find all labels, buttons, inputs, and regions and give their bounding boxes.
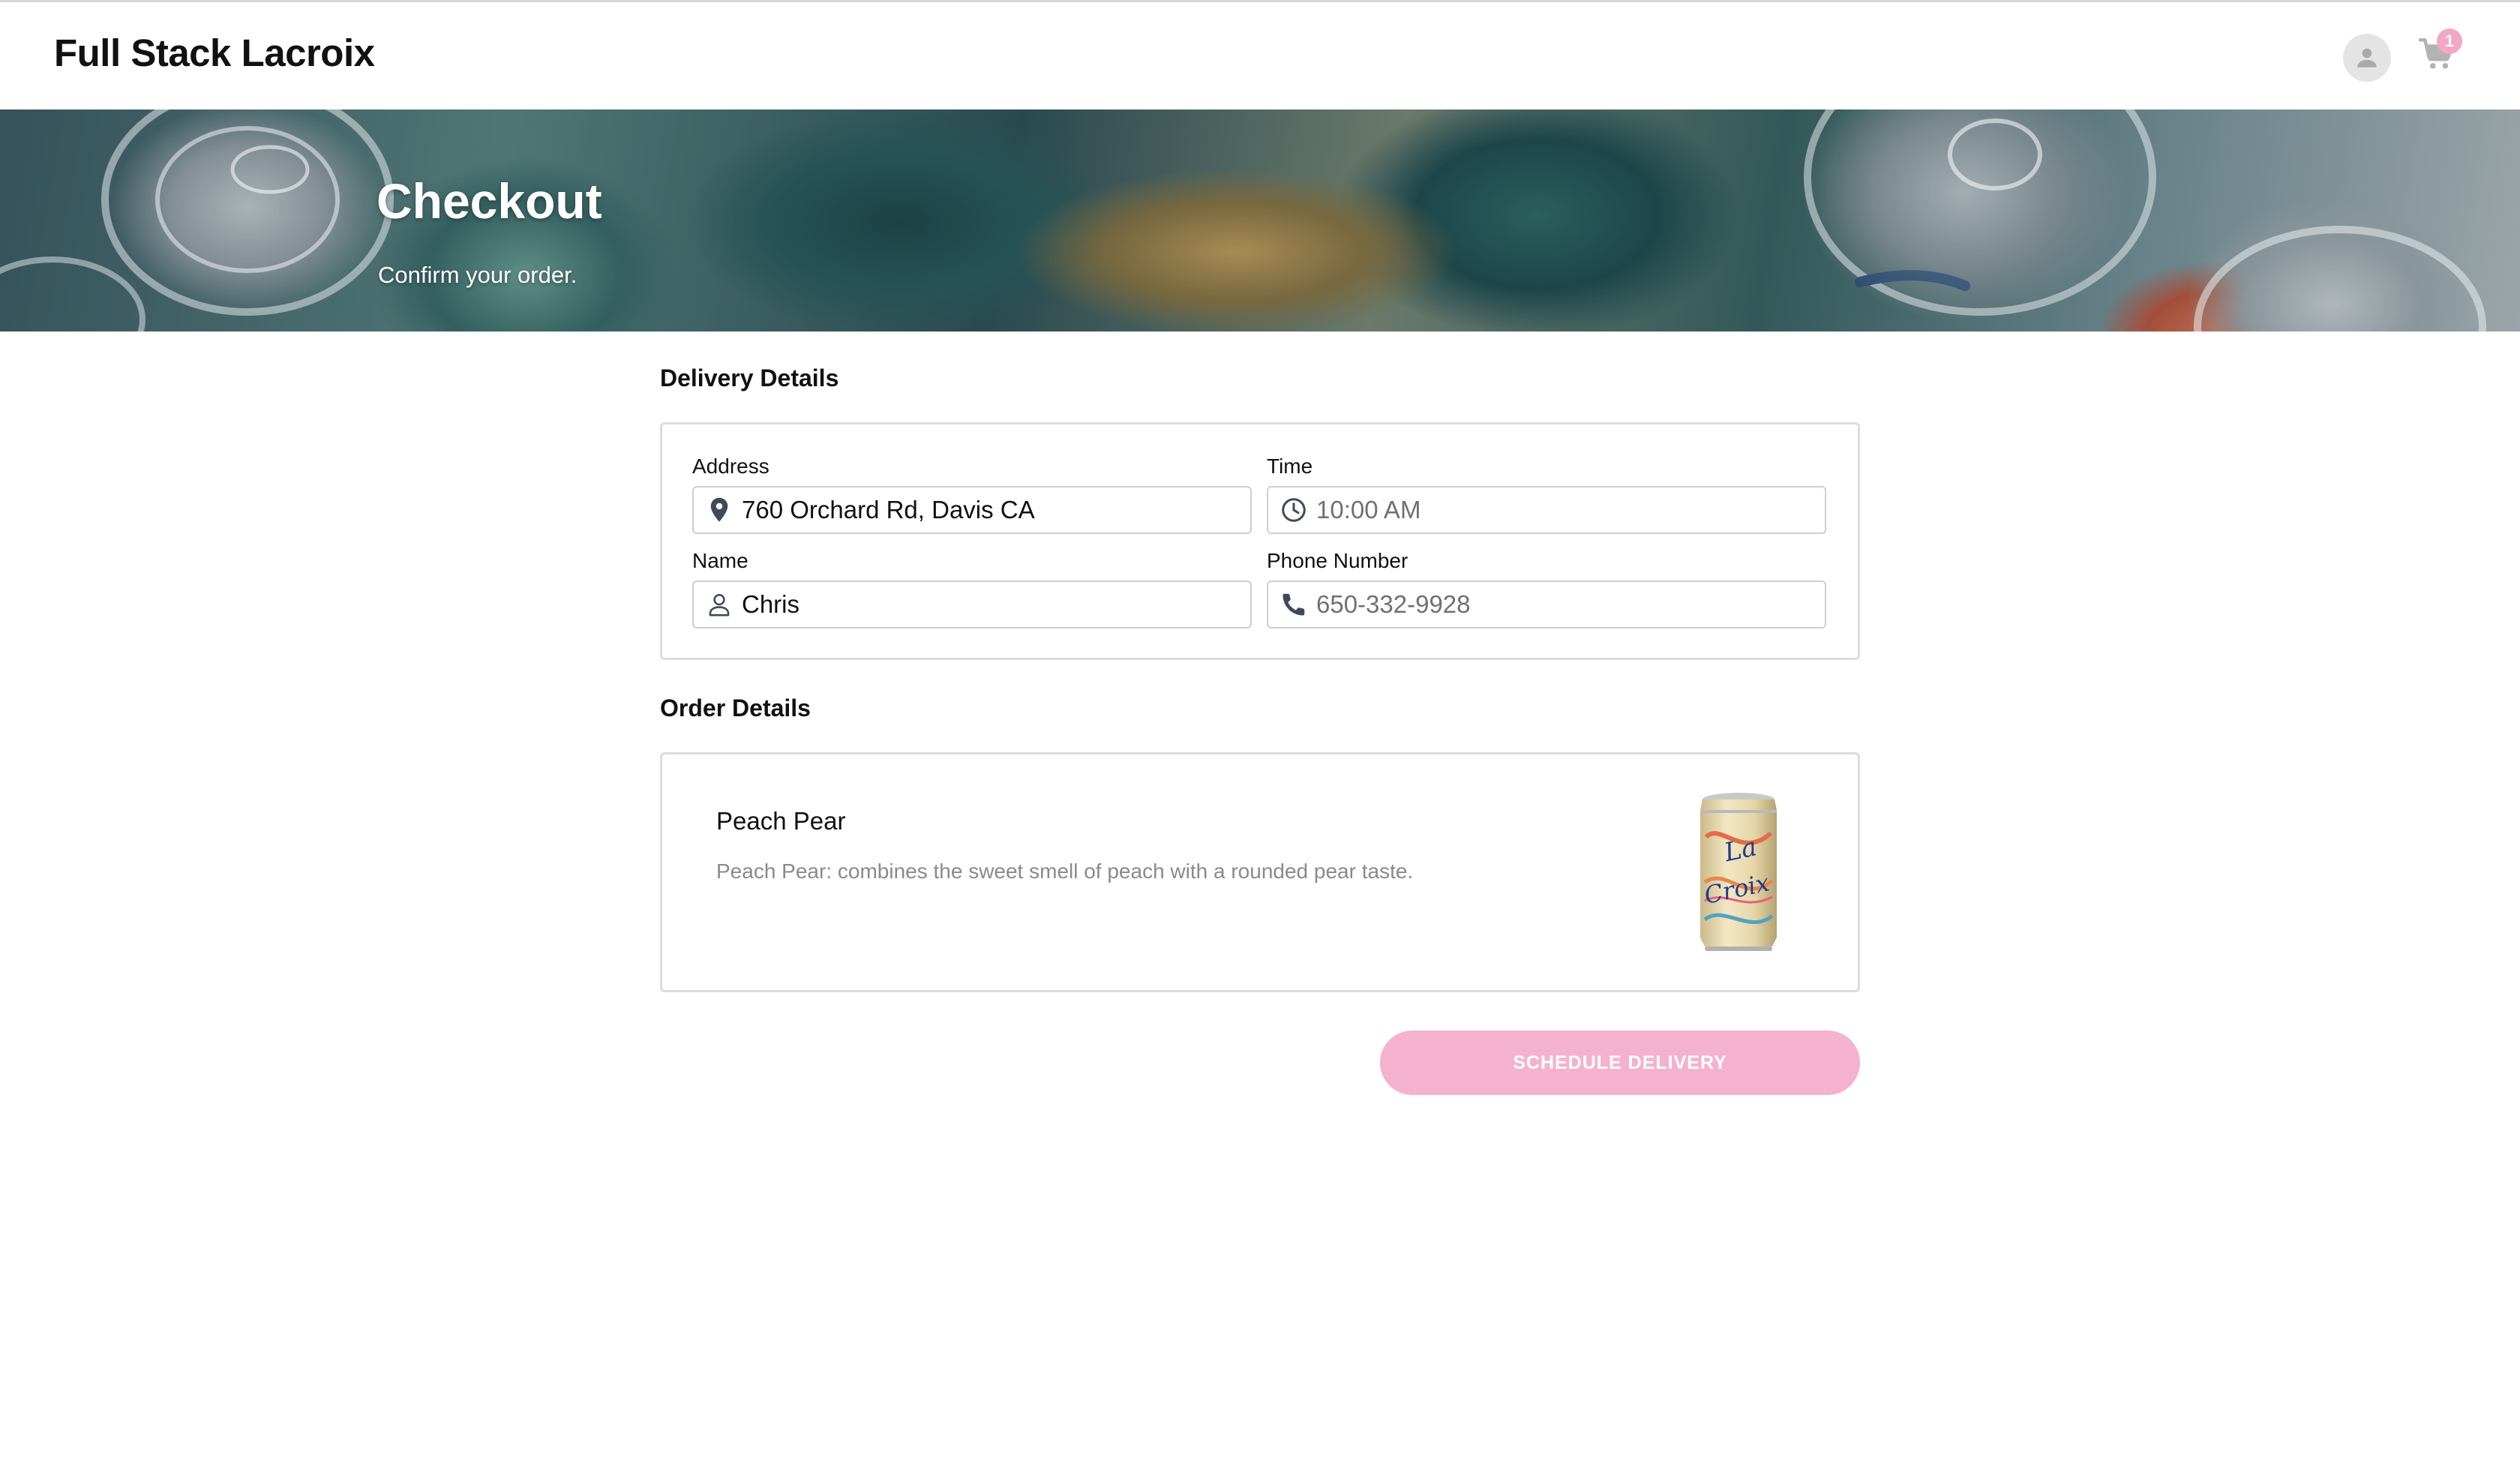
order-details-heading: Order Details [660,694,811,722]
time-placeholder: 10:00 AM [1316,496,1421,524]
order-details-card: Peach Pear Peach Pear: combines the swee… [660,752,1860,992]
user-avatar-icon[interactable] [2343,34,2391,82]
phone-icon [1279,590,1309,620]
top-navbar: Full Stack Lacroix 1 [0,0,2520,110]
name-value: Chris [742,590,800,618]
hero-banner: Checkout Confirm your order. [0,110,2520,332]
clock-icon [1279,495,1309,525]
cart-count-badge: 1 [2437,28,2462,54]
product-name: Peach Pear [716,807,846,835]
phone-field[interactable]: 650-332-9928 [1267,580,1826,628]
schedule-delivery-button[interactable]: SCHEDULE DELIVERY [1380,1030,1860,1095]
brand-title[interactable]: Full Stack Lacroix [54,31,375,75]
phone-placeholder: 650-332-9928 [1316,590,1471,618]
address-label: Address [692,454,770,478]
phone-label: Phone Number [1267,549,1408,572]
page-subtitle: Confirm your order. [378,262,578,288]
time-label: Time [1267,454,1313,478]
address-value: 760 Orchard Rd, Davis CA [742,496,1035,524]
location-pin-icon [704,495,734,525]
address-field[interactable]: 760 Orchard Rd, Davis CA [692,486,1252,534]
delivery-details-card: Address 760 Orchard Rd, Davis CA Time 10… [660,422,1860,660]
page-title: Checkout [376,173,602,229]
name-field[interactable]: Chris [692,580,1252,628]
name-label: Name [692,549,748,572]
product-description: Peach Pear: combines the sweet smell of … [716,860,1414,883]
user-icon [704,590,734,620]
product-can-image: La Croix [1700,793,1777,951]
time-field[interactable]: 10:00 AM [1267,486,1826,534]
delivery-details-heading: Delivery Details [660,364,839,392]
